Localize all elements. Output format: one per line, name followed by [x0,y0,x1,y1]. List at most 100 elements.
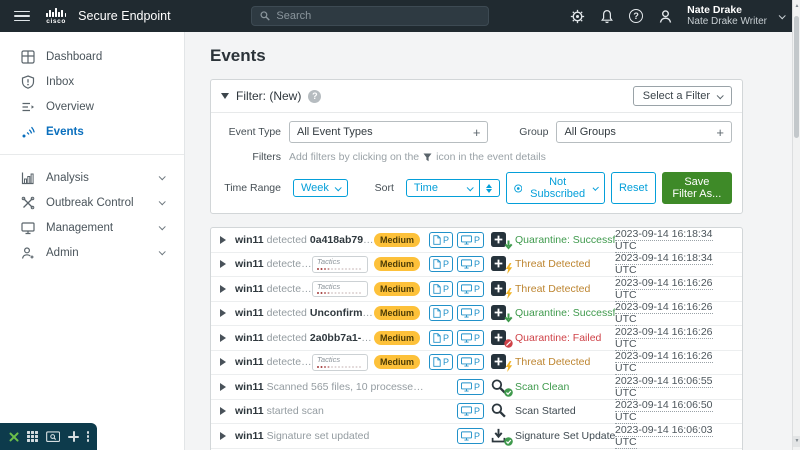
events-signal-icon [22,126,35,137]
event-description: win11Scanned 565 files, 10 processes, 0 … [235,380,428,393]
reset-label: Reset [618,182,648,194]
analysis-chart-icon [21,172,34,184]
reset-button[interactable]: Reset [610,172,656,204]
event-row[interactable]: win11detected2a0bb7a1-021c-44c4-9fa6-275… [211,325,742,351]
events-table: win11detected0a418ab7982b9ed6884fbdd61ac… [210,227,743,450]
search-placeholder: Search [276,10,312,22]
event-description: win11detected2a0bb7a1-021c-44c4-9fa... [235,356,312,369]
sidebar-item-admin[interactable]: Admin [0,240,184,265]
device-trajectory-chip[interactable]: P [456,305,484,322]
sidebar-item-management[interactable]: Management [0,215,184,240]
overview-list-icon [22,102,34,111]
file-trajectory-chip[interactable]: P [428,354,453,371]
file-trajectory-chip[interactable]: P [428,329,453,346]
notifications-bell-icon[interactable] [600,9,614,24]
sidebar-item-dashboard[interactable]: Dashboard [0,44,184,69]
expand-caret-icon[interactable] [220,358,226,367]
event-row[interactable]: win11Scanned 565 files, 10 processes, 0 … [211,374,742,400]
severity-badge: Medium [374,232,420,247]
group-label: Group [519,126,549,138]
expand-caret-icon[interactable] [220,431,226,440]
settings-gear-icon[interactable] [570,9,585,24]
help-icon[interactable]: ? [629,9,644,23]
device-trajectory-chip[interactable]: P [456,231,484,248]
severity-badge: Medium [374,281,420,296]
event-description: win11detectedUnconfirmed 755561.crdo... [235,282,312,295]
file-trajectory-chip[interactable]: P [428,280,453,297]
expand-caret-icon[interactable] [220,235,226,244]
expand-caret-icon[interactable] [220,309,226,318]
user-avatar-icon[interactable] [658,9,673,24]
not-subscribed-button[interactable]: Not Subscribed [505,172,605,204]
device-trajectory-chip[interactable]: P [456,256,484,273]
sidebar-item-overview[interactable]: Overview [0,94,184,119]
scroll-up-icon[interactable]: ▲ [793,3,800,9]
device-trajectory-chip[interactable]: P [456,354,484,371]
global-search-input[interactable]: Search [251,6,490,26]
window-search-icon[interactable] [45,430,60,443]
sort-direction-button[interactable] [479,179,500,197]
not-subscribed-label: Not Subscribed [530,176,586,200]
tactics-badge[interactable]: Tactics [312,354,368,371]
threat-detected-icon [491,354,515,373]
save-filter-as-button[interactable]: Save Filter As... [661,172,732,204]
expand-caret-icon[interactable] [220,260,226,269]
add-event-type-icon[interactable]: + [473,125,481,140]
file-trajectory-chip[interactable]: P [428,305,453,322]
file-trajectory-chip[interactable]: P [428,231,453,248]
expand-caret-icon[interactable] [220,382,226,391]
event-row[interactable]: win11detected2a0bb7a1-021c-44c4-9fa... T… [211,350,742,376]
tactics-badge[interactable]: Tactics [312,280,368,297]
add-group-icon[interactable]: + [716,125,724,140]
group-input[interactable]: All Groups + [556,121,732,143]
scrollbar-thumb[interactable] [794,16,799,138]
sidebar-item-inbox[interactable]: Inbox [0,69,184,94]
collapse-triangle-icon[interactable] [221,93,229,99]
scan-started-icon [491,403,515,419]
page-scrollbar[interactable]: ▲ ▼ [792,0,800,450]
time-range-select[interactable]: Week [293,179,348,197]
event-row[interactable]: win11 started scan P Scan Started 2023-09… [211,399,742,425]
save-filter-as-label: Save Filter As... [672,176,722,200]
filters-hint-text: icon in the event details [436,151,546,163]
kebab-menu-icon[interactable] [86,431,89,442]
device-trajectory-chip[interactable]: P [456,403,484,420]
event-row[interactable]: win11 Signature set updated P Signature S… [211,423,742,449]
tactics-dots [317,365,319,368]
event-type-input[interactable]: All Event Types + [289,121,489,143]
scroll-down-icon[interactable]: ▼ [793,436,800,447]
dashboard-icon [21,49,35,64]
device-trajectory-chip[interactable]: P [456,280,484,297]
event-row[interactable]: win11detected0a418ab7982b9ed6884f... Tac… [211,252,742,278]
add-capture-icon[interactable] [68,431,80,442]
expand-caret-icon[interactable] [220,407,226,416]
sidebar-item-analysis[interactable]: Analysis [0,165,184,190]
sort-select[interactable]: Time [405,179,480,197]
event-row[interactable]: win11detected0a418ab7982b9ed6884fbdd61ac… [211,227,742,253]
funnel-filter-icon [423,153,432,161]
select-a-filter-button[interactable]: Select a Filter [632,86,732,106]
expand-caret-icon[interactable] [220,284,226,293]
group-value: All Groups [564,126,616,138]
event-row[interactable]: win11detectedUnconfirmed 755561.crdownlo… [211,301,742,327]
device-trajectory-chip[interactable]: P [456,427,484,444]
sidebar-item-outbreak-control[interactable]: Outbreak Control [0,190,184,215]
close-capture-icon[interactable] [8,431,20,443]
device-trajectory-chip[interactable]: P [456,378,484,395]
event-timestamp: 2023-09-14 16:18:34 UTC [615,227,713,253]
tactics-badge[interactable]: Tactics [312,256,368,273]
file-trajectory-chip[interactable]: P [428,256,453,273]
user-menu[interactable]: Nate Drake Nate Drake Writer [687,4,767,28]
event-row[interactable]: win11detectedUnconfirmed 755561.crdo... … [211,276,742,302]
user-menu-chevron-down-icon[interactable] [778,11,786,19]
hamburger-menu-icon[interactable] [14,10,30,22]
sidebar-label: Analysis [46,171,89,184]
expand-caret-icon[interactable] [220,333,226,342]
sidebar-label: Outbreak Control [46,196,134,209]
sidebar-item-events[interactable]: Events [0,119,184,144]
filter-help-icon[interactable]: ? [308,89,322,103]
event-timestamp: 2023-09-14 16:06:50 UTC [615,399,713,425]
admin-user-icon [21,246,34,259]
grid-apps-icon[interactable] [27,431,38,442]
device-trajectory-chip[interactable]: P [456,329,484,346]
